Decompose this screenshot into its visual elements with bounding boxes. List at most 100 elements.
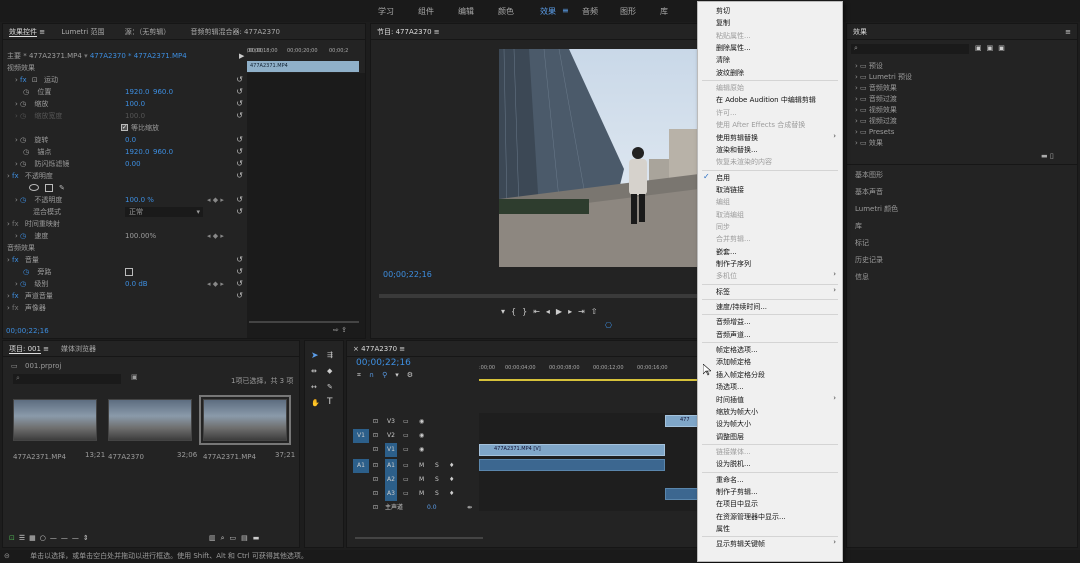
project-thumbnail[interactable] <box>108 399 192 441</box>
selection-tool-icon[interactable]: ➤ <box>311 351 319 361</box>
menu-item[interactable]: 制作子序列 <box>716 258 751 270</box>
reset-icon[interactable]: ↺ <box>236 134 243 146</box>
settings-icon[interactable]: ⚙ <box>407 371 421 379</box>
menu-item[interactable]: 在项目中显示 <box>716 498 758 510</box>
uniform-scale-checkbox[interactable]: ✓ <box>121 124 128 131</box>
reset-icon[interactable]: ↺ <box>236 98 243 110</box>
opacity-header-row[interactable]: › fx 不透明度 ↺ <box>7 170 247 182</box>
lock-icon[interactable]: ⊡ <box>373 443 378 457</box>
menu-item[interactable]: 音频增益... <box>716 316 751 328</box>
track-label[interactable]: A1 <box>385 459 397 473</box>
track-select-icon[interactable]: ⇶ <box>327 351 333 359</box>
panel-menu-icon[interactable]: ≡ <box>1065 24 1071 40</box>
sequence-tab[interactable]: 477A2370 <box>361 345 397 353</box>
stopwatch-icon[interactable]: ◷ <box>20 280 26 288</box>
hand-tool-icon[interactable]: ✋ <box>311 399 320 407</box>
menu-item[interactable]: 在 Adobe Audition 中编辑剪辑 <box>716 94 816 106</box>
workspace-graphics[interactable]: 图形 <box>620 6 636 17</box>
menu-item[interactable]: 取消链接 <box>716 184 744 196</box>
source-patch-v1[interactable]: V1 <box>353 429 369 443</box>
timeline-timecode[interactable]: 00;00;22;16 <box>356 358 411 368</box>
track-label[interactable]: A3 <box>385 487 397 501</box>
close-icon[interactable]: × <box>353 345 361 353</box>
new-bin-icon[interactable]: ▣ <box>131 373 138 381</box>
rectangle-mask-icon[interactable] <box>45 184 53 192</box>
mute-button[interactable]: M <box>419 487 424 501</box>
play-arrow-icon[interactable]: ▶ <box>239 50 244 62</box>
stopwatch-icon[interactable]: ◷ <box>23 148 29 156</box>
reset-icon[interactable]: ↺ <box>236 170 243 182</box>
keyframe-nav-icon[interactable]: ◂ ◆ ▸ <box>207 278 224 290</box>
menu-item[interactable]: 在资源管理器中显示... <box>716 511 786 523</box>
lock-icon[interactable]: ⊡ <box>373 429 378 443</box>
export-frame-icon[interactable]: ⇨ ⇪ <box>333 326 347 334</box>
lift-icon[interactable]: ⇧ <box>591 307 604 316</box>
pen-mask-icon[interactable]: ✎ <box>59 182 65 194</box>
menu-item[interactable]: 复制 <box>716 17 730 29</box>
bypass-checkbox[interactable] <box>125 268 133 276</box>
panel-menu-icon[interactable]: ≡ <box>397 345 405 353</box>
workspace-libraries[interactable]: 库 <box>660 6 668 17</box>
clip-a1[interactable] <box>479 459 665 471</box>
mark-in-icon[interactable]: { <box>511 307 522 316</box>
menu-item[interactable]: 插入帧定格分段 <box>716 369 765 381</box>
sync-lock-icon[interactable]: ▭ <box>403 459 409 473</box>
type-tool-icon[interactable]: T <box>327 397 333 407</box>
stopwatch-icon[interactable]: ◷ <box>20 196 26 204</box>
sequence-clip-label[interactable]: 477A2370 * 477A2371.MP4 <box>90 52 187 60</box>
list-view-icon[interactable]: ☰ <box>19 534 29 542</box>
menu-item[interactable]: 缩放为帧大小 <box>716 406 758 418</box>
sync-lock-icon[interactable]: ▭ <box>403 473 409 487</box>
reset-icon[interactable]: ↺ <box>236 290 243 302</box>
sync-lock-icon[interactable]: ▭ <box>403 429 409 443</box>
panel-essential-sound[interactable]: 基本声音 <box>855 184 1077 200</box>
stopwatch-icon[interactable]: ◷ <box>20 160 26 168</box>
menu-item[interactable]: 制作子剪辑... <box>716 486 758 498</box>
tab-media-browser[interactable]: 媒体浏览器 <box>61 345 96 353</box>
ellipse-mask-icon[interactable] <box>29 184 39 191</box>
find-icon[interactable]: ⌕ <box>221 534 230 542</box>
pen-tool-icon[interactable]: ✎ <box>327 383 333 391</box>
reset-icon[interactable]: ↺ <box>236 254 243 266</box>
ec-zoom-scrollbar[interactable] <box>249 321 359 323</box>
workspace-audio[interactable]: 音频 <box>582 6 598 17</box>
workspace-assembly[interactable]: 组件 <box>418 6 434 17</box>
mini-timeline-area[interactable] <box>247 73 365 338</box>
program-scrubber[interactable] <box>379 294 699 298</box>
step-forward-icon[interactable]: ▸ <box>568 307 578 316</box>
clip-v3[interactable]: 477 <box>665 415 699 427</box>
solo-button[interactable]: S <box>435 487 439 501</box>
menu-item[interactable]: 渲染和替换... <box>716 144 758 156</box>
slip-tool-icon[interactable]: ↔ <box>311 383 317 391</box>
volume-row[interactable]: › fx 音量 ↺ <box>7 254 247 266</box>
nest-icon[interactable]: ⌗ <box>357 371 369 379</box>
project-thumbnail[interactable] <box>13 399 97 441</box>
mic-icon[interactable]: ♦ <box>449 459 454 473</box>
eye-icon[interactable]: ◉ <box>419 429 424 443</box>
menu-item[interactable]: 标签 <box>716 286 730 298</box>
effect-filter-icons[interactable]: ▣▣▣ <box>975 44 1010 52</box>
workspace-color[interactable]: 颜色 <box>498 6 514 17</box>
stopwatch-icon[interactable]: ◷ <box>23 88 29 96</box>
razor-tool-icon[interactable]: ◆ <box>327 367 332 375</box>
scale-value[interactable]: 100.0 <box>125 98 145 110</box>
stopwatch-icon[interactable]: ◷ <box>20 232 26 240</box>
blend-mode-select[interactable]: 正常 ▾ <box>125 207 203 217</box>
reset-icon[interactable]: ↺ <box>236 86 243 98</box>
reset-icon[interactable]: ↺ <box>236 110 243 122</box>
eye-icon[interactable]: ◉ <box>419 415 424 429</box>
time-remap-row[interactable]: › fx 时间重映射 <box>7 218 247 230</box>
anchor-y-value[interactable]: 960.0 <box>153 146 173 158</box>
ripple-edit-icon[interactable]: ⇹ <box>311 367 317 375</box>
add-marker-icon[interactable]: ▾ <box>395 371 407 379</box>
mute-button[interactable]: M <box>419 473 424 487</box>
menu-item[interactable]: 音频声道... <box>716 329 751 341</box>
keyframe-nav-icon[interactable]: ◂ ◆ ▸ <box>207 194 224 206</box>
automate-icon[interactable]: ▥ <box>209 534 221 542</box>
mute-button[interactable]: M <box>419 459 424 473</box>
menu-item[interactable]: 帧定格选项... <box>716 344 758 356</box>
menu-item[interactable]: 调整图层 <box>716 431 744 443</box>
panel-libraries[interactable]: 库 <box>855 218 1077 234</box>
menu-item[interactable]: 设为帧大小 <box>716 418 751 430</box>
lock-icon[interactable]: ⊡ <box>373 501 378 515</box>
